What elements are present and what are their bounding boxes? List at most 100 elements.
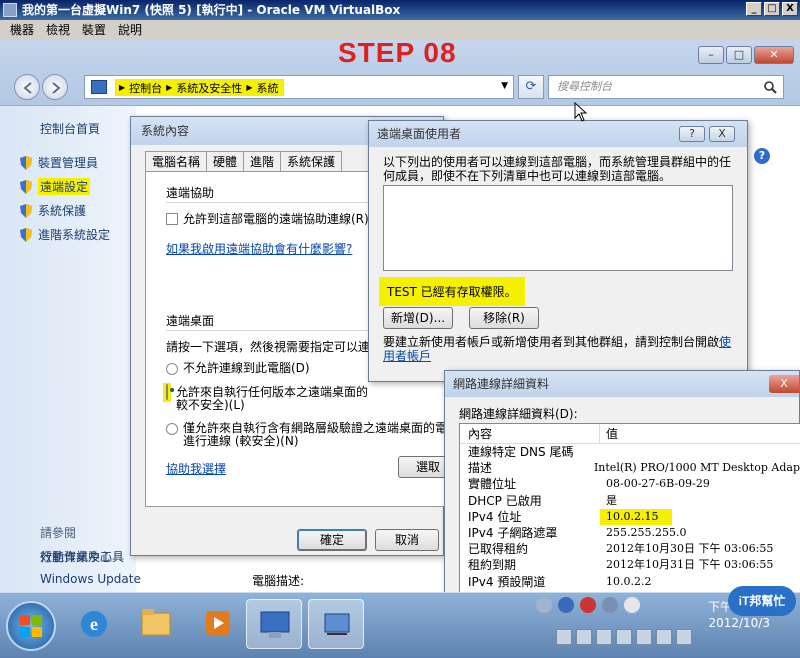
remote-assistance-title: 遠端協助 <box>166 186 215 200</box>
cd-status-icon[interactable] <box>576 629 592 645</box>
property-cell: DHCP 已啟用 <box>468 493 542 508</box>
control-panel-toolbar: STEP 08 – □ ✕ ▶ 控制台 ▶ 系統及安全性 ▶ 系統 ▼ ⟳ 搜尋… <box>0 40 800 106</box>
computer-description-label: 電腦描述: <box>252 574 305 588</box>
taskbar-remote-desktop[interactable] <box>308 599 364 649</box>
property-cell: 連線特定 DNS 尾碼 <box>468 445 574 459</box>
sidebar-item-remote-settings[interactable]: 遠端設定 <box>18 178 91 195</box>
value-cell: 2012年10月30日 下午 03:06:55 <box>606 542 774 556</box>
assistance-info-link[interactable]: 如果我啟用遠端協助會有什麼影響? <box>166 240 352 257</box>
back-button[interactable] <box>14 74 40 100</box>
capture-status-icon[interactable] <box>676 629 692 645</box>
maximize-button[interactable]: □ <box>764 2 780 16</box>
tray-action-center-icon[interactable] <box>580 597 596 613</box>
shared-folder-status-icon[interactable] <box>636 629 652 645</box>
tray-help-icon[interactable] <box>558 597 574 613</box>
breadcrumb-system[interactable]: 系統 <box>256 80 278 96</box>
breadcrumb-system-security[interactable]: 系統及安全性 <box>176 80 242 96</box>
taskbar-media-player[interactable] <box>190 599 246 649</box>
close-button[interactable]: X <box>782 2 798 16</box>
menu-view[interactable]: 檢視 <box>40 20 76 40</box>
refresh-button[interactable]: ⟳ <box>518 75 544 99</box>
search-input[interactable]: 搜尋控制台 <box>548 75 784 99</box>
radio-highlight <box>163 383 171 402</box>
remote-users-list[interactable] <box>383 185 733 271</box>
vbox-title-bar: 我的第一台虛擬Win7 (快照 5) [執行中] - Oracle VM Vir… <box>0 0 800 20</box>
dialog-help-button[interactable]: ? <box>679 126 705 142</box>
vbox-window-title: 我的第一台虛擬Win7 (快照 5) [執行中] - Oracle VM Vir… <box>22 3 401 17</box>
forward-button[interactable] <box>42 74 68 100</box>
table-row[interactable]: 已取得租約 2012年10月30日 下午 03:06:55 <box>460 541 800 557</box>
sidebar-item-advanced-settings[interactable]: 進階系統設定 <box>18 226 110 243</box>
radio-allow-any-version[interactable]: 允許來自執行任何版本之遠端桌面的 較不安全)(L) <box>163 383 368 412</box>
table-row[interactable]: 實體位址 08-00-27-6B-09-29 <box>460 476 800 492</box>
taskbar-control-panel[interactable] <box>246 599 302 649</box>
display-status-icon[interactable] <box>656 629 672 645</box>
radio-allow-nla[interactable]: 僅允許來自執行含有網路層級驗證之遠端桌面的電 進行連線 (較安全)(N) <box>166 422 447 448</box>
shield-icon <box>20 179 32 194</box>
step-annotation: STEP 08 <box>338 40 457 68</box>
menu-devices[interactable]: 裝置 <box>76 20 112 40</box>
see-also-performance-tools[interactable]: 效能資訊及工具 <box>40 548 124 565</box>
help-icon[interactable]: ? <box>754 148 770 164</box>
help-me-choose-link[interactable]: 協助我選擇 <box>166 460 226 477</box>
hdd-status-icon[interactable] <box>556 629 572 645</box>
ok-button[interactable]: 確定 <box>297 529 367 551</box>
menu-help[interactable]: 說明 <box>112 20 148 40</box>
list-header: 內容 值 <box>460 424 800 444</box>
remove-user-button[interactable]: 移除(R) <box>469 307 539 329</box>
cancel-button[interactable]: 取消 <box>375 529 439 551</box>
tab-hardware[interactable]: 硬體 <box>206 151 245 171</box>
table-row[interactable]: 租約到期 2012年10月31日 下午 03:06:55 <box>460 557 800 573</box>
minimize-button[interactable]: _ <box>746 2 762 16</box>
sidebar-home-link[interactable]: 控制台首頁 <box>40 120 100 137</box>
tray-network-icon[interactable] <box>602 597 618 613</box>
value-cell: 10.0.2.2 <box>606 574 652 588</box>
address-bar[interactable]: ▶ 控制台 ▶ 系統及安全性 ▶ 系統 ▼ <box>84 75 514 99</box>
breadcrumb-control-panel[interactable]: 控制台 <box>129 80 162 96</box>
dialog-close-button[interactable]: X <box>709 126 735 142</box>
see-also-windows-update[interactable]: Windows Update <box>40 572 141 586</box>
user-accounts-note: 要建立新使用者帳戶或新增使用者到其他群組，請到控制台開啟使用者帳戶 <box>383 335 732 363</box>
radio-dot <box>166 363 178 375</box>
radio-disallow[interactable]: 不允許連線到此電腦(D) <box>166 362 310 375</box>
network-close-button[interactable]: X <box>769 375 799 393</box>
usb-status-icon[interactable] <box>596 629 612 645</box>
table-row[interactable]: 連線特定 DNS 尾碼 <box>460 444 800 460</box>
tray-keyboard-icon[interactable] <box>536 597 552 613</box>
sidebar-item-device-manager[interactable]: 裝置管理員 <box>18 154 98 171</box>
access-status-message: TEST 已經有存取權限。 <box>379 277 525 306</box>
guest-screen: STEP 08 – □ ✕ ▶ 控制台 ▶ 系統及安全性 ▶ 系統 ▼ ⟳ 搜尋… <box>0 40 800 658</box>
table-row[interactable]: IPv4 子網路遮罩 255.255.255.0 <box>460 525 800 541</box>
value-cell: 10.0.2.15 <box>600 508 673 525</box>
allow-assistance-checkbox[interactable]: 允許到這部電腦的遠端協助連線(R) <box>166 210 369 227</box>
vbox-app-icon <box>3 3 17 17</box>
clock-date: 2012/10/3 <box>708 616 770 630</box>
taskbar-explorer[interactable] <box>128 599 184 649</box>
property-cell: IPv4 預設閘道 <box>468 574 546 589</box>
remote-desktop-icon <box>324 613 350 635</box>
tray-volume-icon[interactable] <box>624 597 640 613</box>
cp-minimize-button[interactable]: – <box>698 46 724 64</box>
tab-computer-name[interactable]: 電腦名稱 <box>145 151 208 171</box>
windows-logo-icon <box>20 615 42 637</box>
tab-advanced[interactable]: 進階 <box>243 151 282 171</box>
table-row[interactable]: 描述 Intel(R) PRO/1000 MT Desktop Adap <box>460 460 800 476</box>
cp-close-button[interactable]: ✕ <box>754 46 794 64</box>
column-property[interactable]: 內容 <box>460 424 600 443</box>
chevron-down-icon[interactable]: ▼ <box>501 81 508 91</box>
start-button[interactable] <box>6 601 56 651</box>
menu-machine[interactable]: 機器 <box>4 20 40 40</box>
table-row[interactable]: IPv4 位址 10.0.2.15 <box>460 508 800 525</box>
folder-icon <box>141 609 171 636</box>
table-row[interactable]: DHCP 已啟用 是 <box>460 493 800 509</box>
column-value[interactable]: 值 <box>600 424 618 443</box>
cp-maximize-button[interactable]: □ <box>726 46 752 64</box>
tab-system-protection[interactable]: 系統保護 <box>280 151 343 171</box>
sidebar-item-system-protection[interactable]: 系統保護 <box>18 202 86 219</box>
value-cell: 是 <box>606 493 617 507</box>
vbox-menu-bar: 機器 檢視 裝置 說明 <box>0 20 800 40</box>
remote-desktop-title: 遠端桌面 <box>166 314 215 328</box>
add-user-button[interactable]: 新增(D)... <box>383 307 453 329</box>
taskbar-ie[interactable]: e <box>66 599 122 649</box>
network-status-icon[interactable] <box>616 629 632 645</box>
